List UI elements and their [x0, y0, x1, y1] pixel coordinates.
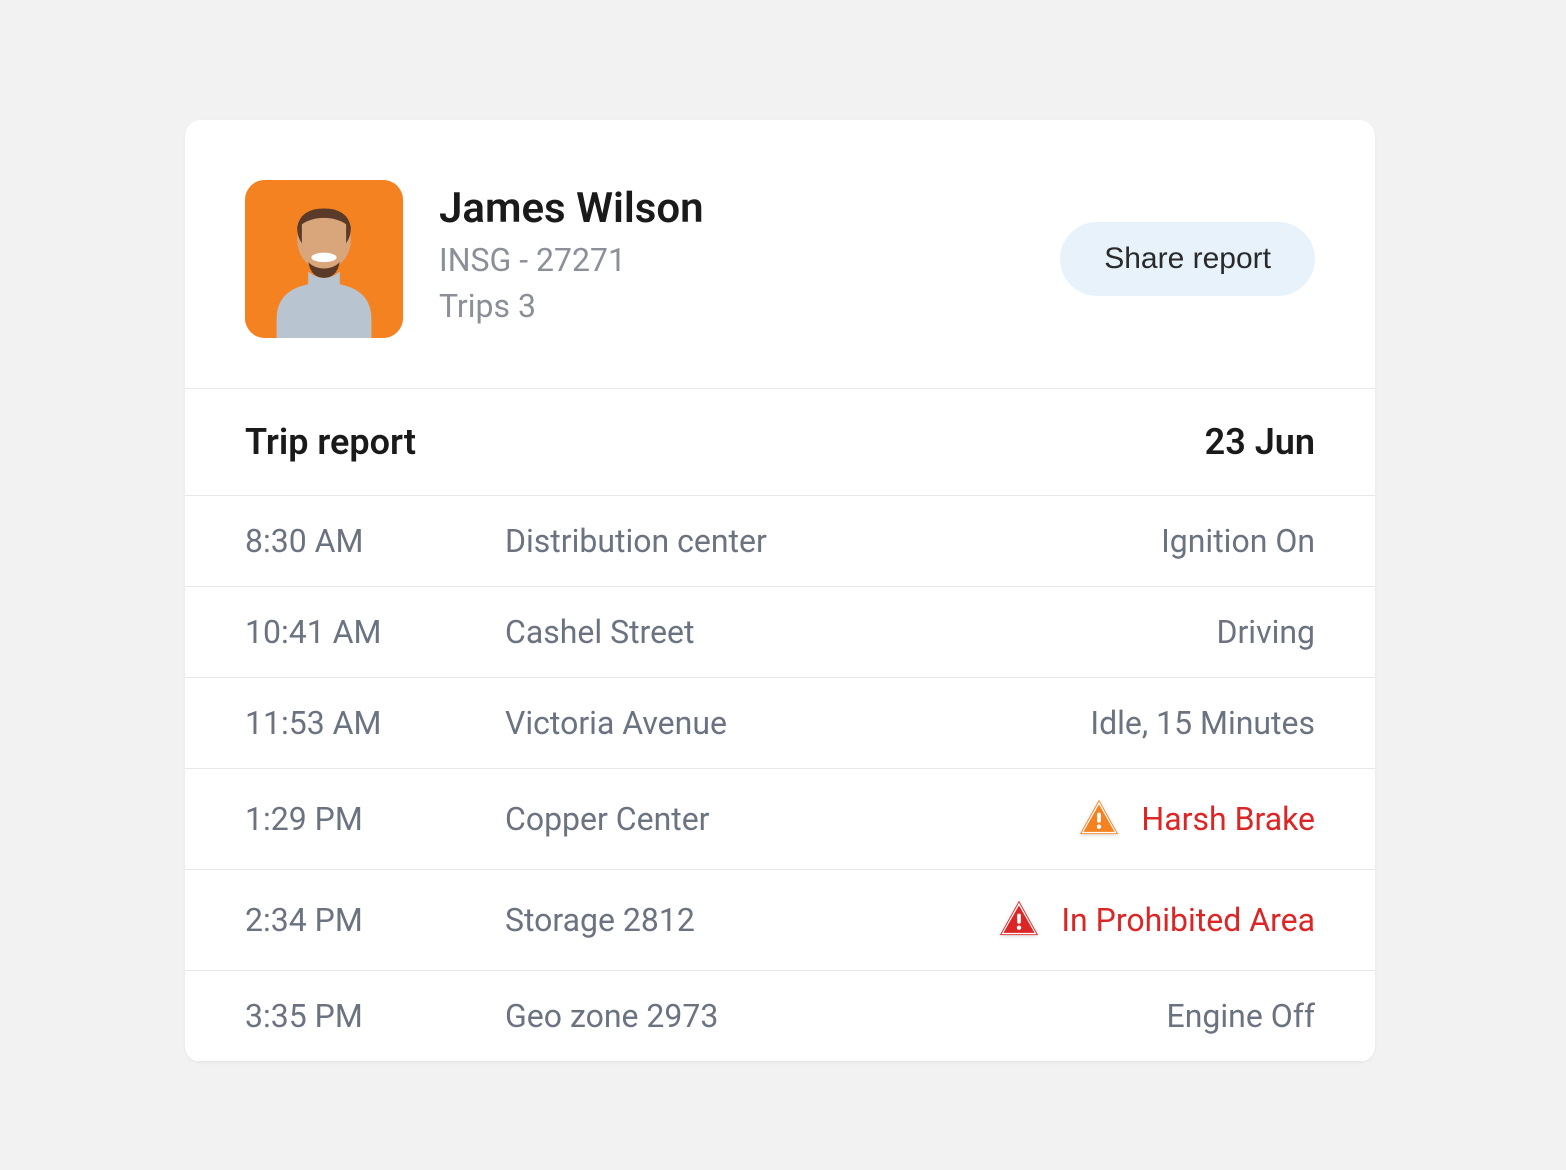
trip-status-text: Engine Off — [1167, 997, 1315, 1035]
trip-report-card: James Wilson INSG - 27271 Trips 3 Share … — [185, 120, 1375, 1062]
trip-status: Idle, 15 Minutes — [1090, 704, 1315, 742]
share-report-button[interactable]: Share report — [1060, 222, 1315, 296]
trip-status-text: Idle, 15 Minutes — [1090, 704, 1315, 742]
trip-location: Victoria Avenue — [505, 704, 1090, 742]
report-date: 23 Jun — [1205, 421, 1315, 463]
card-header: James Wilson INSG - 27271 Trips 3 Share … — [185, 120, 1375, 389]
trip-status-text: Harsh Brake — [1141, 800, 1315, 838]
trip-row: 2:34 PMStorage 2812 In Prohibited Area — [185, 870, 1375, 971]
trip-time: 8:30 AM — [245, 522, 505, 560]
trip-row: 1:29 PMCopper Center Harsh Brake — [185, 769, 1375, 870]
trip-count: Trips 3 — [439, 287, 704, 325]
trip-status-text: In Prohibited Area — [1061, 901, 1315, 939]
report-title: Trip report — [245, 421, 416, 463]
trip-time: 2:34 PM — [245, 901, 505, 939]
trip-status: Ignition On — [1161, 522, 1315, 560]
alert-warning-icon — [1075, 795, 1123, 843]
trip-status-text: Ignition On — [1161, 522, 1315, 560]
trip-location: Copper Center — [505, 800, 1075, 838]
trip-row: 11:53 AMVictoria AvenueIdle, 15 Minutes — [185, 678, 1375, 769]
trip-row: 10:41 AMCashel StreetDriving — [185, 587, 1375, 678]
trip-rows-container: 8:30 AMDistribution centerIgnition On10:… — [185, 496, 1375, 1062]
avatar-placeholder-icon — [245, 180, 403, 338]
trip-location: Cashel Street — [505, 613, 1216, 651]
trip-status: Engine Off — [1167, 997, 1315, 1035]
vehicle-id: INSG - 27271 — [439, 241, 704, 279]
trip-location: Storage 2812 — [505, 901, 995, 939]
report-section-header: Trip report 23 Jun — [185, 389, 1375, 496]
trip-status: Harsh Brake — [1075, 795, 1315, 843]
trip-row: 8:30 AMDistribution centerIgnition On — [185, 496, 1375, 587]
driver-identity-block: James Wilson INSG - 27271 Trips 3 — [245, 180, 704, 338]
trip-time: 1:29 PM — [245, 800, 505, 838]
trip-time: 11:53 AM — [245, 704, 505, 742]
driver-avatar — [245, 180, 403, 338]
trip-location: Distribution center — [505, 522, 1161, 560]
alert-danger-icon — [995, 896, 1043, 944]
trip-time: 3:35 PM — [245, 997, 505, 1035]
trip-time: 10:41 AM — [245, 613, 505, 651]
trip-status-text: Driving — [1216, 613, 1315, 651]
trip-row: 3:35 PMGeo zone 2973Engine Off — [185, 971, 1375, 1062]
trip-location: Geo zone 2973 — [505, 997, 1167, 1035]
driver-text-block: James Wilson INSG - 27271 Trips 3 — [439, 180, 704, 325]
trip-status: Driving — [1216, 613, 1315, 651]
trip-status: In Prohibited Area — [995, 896, 1315, 944]
driver-name: James Wilson — [439, 184, 704, 233]
